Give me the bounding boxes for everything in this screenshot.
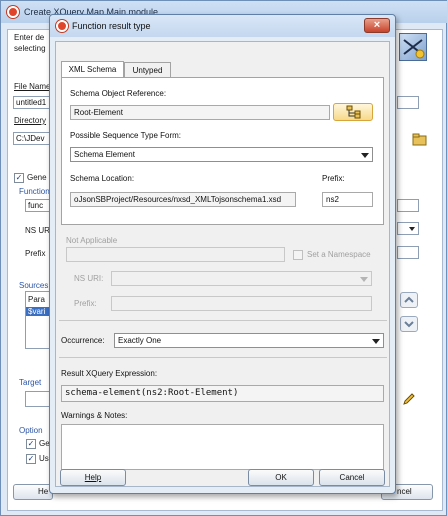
set-namespace-checkbox[interactable] bbox=[293, 250, 303, 260]
move-up-button[interactable] bbox=[400, 292, 418, 308]
file-name-field-tail[interactable] bbox=[397, 96, 419, 109]
function-section-label: Function bbox=[19, 187, 50, 196]
intro-text-line-1: Enter de bbox=[14, 33, 45, 42]
prefix-field[interactable] bbox=[397, 246, 419, 259]
edit-pencil-icon[interactable] bbox=[401, 391, 417, 407]
jdeveloper-app-icon bbox=[7, 6, 19, 18]
directory-browse-icon[interactable] bbox=[411, 132, 429, 148]
function-name-field[interactable]: func bbox=[25, 199, 51, 212]
dialog-title-bar: Function result type × bbox=[50, 15, 395, 37]
occurrence-label: Occurrence: bbox=[61, 336, 105, 345]
options-section-label: Option bbox=[19, 426, 43, 435]
occurrence-value: Exactly One bbox=[118, 336, 162, 345]
target-field[interactable] bbox=[25, 391, 51, 407]
result-xquery-expression-label: Result XQuery Expression: bbox=[61, 369, 158, 378]
chevron-down-icon bbox=[360, 277, 368, 282]
set-namespace-label: Set a Namespace bbox=[307, 250, 371, 259]
chevron-down-icon bbox=[361, 153, 369, 158]
source-item-selected[interactable]: $vari bbox=[26, 307, 50, 316]
warnings-notes-area bbox=[61, 424, 384, 470]
sources-section-label: Sources bbox=[19, 281, 49, 290]
not-applicable-field bbox=[66, 247, 285, 262]
prefix-label: Prefix: bbox=[322, 174, 345, 183]
sequence-type-form-value: Schema Element bbox=[74, 150, 135, 159]
na-prefix-label: Prefix: bbox=[74, 299, 97, 308]
target-section-label: Target bbox=[19, 378, 42, 387]
dialog-title: Function result type bbox=[72, 21, 151, 31]
close-button[interactable]: × bbox=[364, 18, 390, 33]
schema-object-reference-label: Schema Object Reference: bbox=[70, 89, 167, 98]
file-name-label: File Name bbox=[14, 82, 51, 91]
cancel-button[interactable]: Cancel bbox=[319, 469, 385, 486]
occurrence-select[interactable]: Exactly One bbox=[114, 333, 384, 348]
tab-untyped[interactable]: Untyped bbox=[124, 62, 171, 78]
ns-uri-label: NS URI: bbox=[74, 274, 104, 283]
possible-sequence-type-form-label: Possible Sequence Type Form: bbox=[70, 131, 182, 140]
browse-schema-button[interactable] bbox=[333, 103, 373, 121]
directory-label: Directory bbox=[14, 116, 47, 125]
sequence-type-form-select[interactable]: Schema Element bbox=[70, 147, 373, 162]
section-divider bbox=[59, 320, 387, 321]
function-result-type-dialog: Function result type × XML Schema Untype… bbox=[49, 14, 396, 494]
option-label-2: Us bbox=[39, 454, 49, 463]
xml-schema-tab-panel: Schema Object Reference: Root-Element Po… bbox=[61, 77, 384, 225]
move-down-button[interactable] bbox=[400, 316, 418, 332]
option-checkbox-1[interactable]: ✓ bbox=[26, 439, 36, 449]
schema-object-reference-field[interactable]: Root-Element bbox=[70, 105, 330, 120]
option-checkbox-2[interactable]: ✓ bbox=[26, 454, 36, 464]
ns-uri-select[interactable] bbox=[111, 271, 372, 286]
result-xquery-expression-field: schema-element(ns2:Root-Element) bbox=[61, 385, 384, 402]
schema-tree-icon bbox=[346, 105, 361, 119]
tab-xml-schema[interactable]: XML Schema bbox=[61, 61, 124, 78]
ns-uri-combo[interactable] bbox=[397, 222, 419, 235]
not-applicable-label: Not Applicable bbox=[66, 236, 118, 245]
close-icon: × bbox=[373, 19, 381, 31]
ok-button[interactable]: OK bbox=[248, 469, 314, 486]
directory-field[interactable]: C:\JDev bbox=[13, 132, 51, 145]
dialog-content: XML Schema Untyped Schema Object Referen… bbox=[55, 41, 390, 487]
prefix-label: Prefix bbox=[25, 249, 46, 258]
source-item[interactable]: Para bbox=[28, 295, 45, 304]
background-help-button[interactable]: He bbox=[13, 484, 53, 500]
function-name-field-tail[interactable] bbox=[397, 199, 419, 212]
chevron-down-icon bbox=[372, 339, 380, 344]
intro-text-line-2: selecting bbox=[14, 44, 46, 53]
prefix-field[interactable]: ns2 bbox=[322, 192, 373, 207]
warnings-notes-label: Warnings & Notes: bbox=[61, 411, 128, 420]
help-button[interactable]: Help bbox=[60, 469, 126, 486]
sources-list[interactable]: Para $vari bbox=[25, 291, 51, 349]
wizard-header-graphic-icon bbox=[399, 33, 427, 61]
dialog-app-icon bbox=[56, 20, 68, 32]
section-divider bbox=[59, 357, 387, 358]
generate-function-checkbox[interactable]: ✓ bbox=[14, 173, 24, 183]
na-prefix-field[interactable] bbox=[111, 296, 372, 311]
file-name-field[interactable]: untitled1 bbox=[13, 96, 51, 109]
schema-location-label: Schema Location: bbox=[70, 174, 135, 183]
schema-location-field[interactable]: oJsonSBProject/Resources/nxsd_XMLTojsons… bbox=[70, 192, 296, 207]
generate-function-label: Gene bbox=[27, 173, 47, 182]
